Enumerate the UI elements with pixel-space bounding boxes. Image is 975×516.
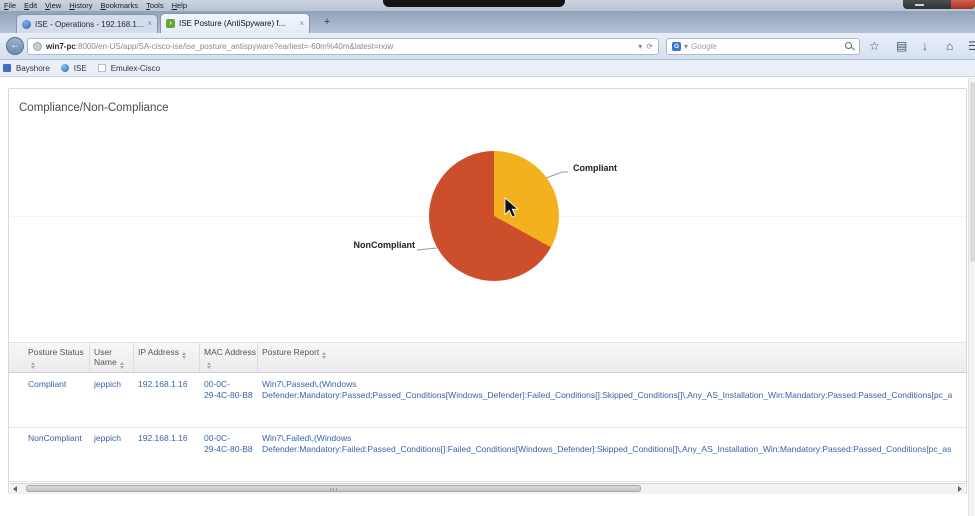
callout-line-compliant: [546, 172, 568, 178]
column-header-user-name[interactable]: User Name: [89, 343, 133, 372]
bookmarks-toolbar: Bayshore ISE Emulex-Cisco: [0, 60, 975, 77]
callout-line-noncompliant: [417, 248, 437, 250]
vertical-scrollbar[interactable]: [968, 78, 975, 516]
url-path: :8000/en-US/app/SA-cisco-ise/ise_posture…: [76, 42, 394, 51]
minimize-button[interactable]: [915, 4, 924, 6]
scrollbar-thumb[interactable]: [26, 485, 641, 492]
navigation-toolbar: ← win7-pc:8000/en-US/app/SA-cisco-ise/is…: [0, 33, 975, 60]
scroll-right-arrow[interactable]: [958, 486, 962, 492]
cell-posture-status[interactable]: NonCompliant: [28, 428, 89, 481]
cell-mac-address[interactable]: 00-0C- 29-4C-80-B8: [199, 374, 257, 427]
cell-ip-address[interactable]: 192.168.1.16: [133, 428, 199, 481]
sort-icon[interactable]: [120, 362, 124, 369]
pie-chart[interactable]: [429, 151, 559, 281]
page-content: Compliance/Non-Compliance Compliant NonC…: [0, 78, 975, 516]
table-row: NonCompliant jeppich 192.168.1.16 00-0C-…: [9, 428, 966, 482]
cell-user-name[interactable]: jeppich: [89, 374, 133, 427]
bookmark-folder-icon: [3, 64, 11, 72]
window-controls: [903, 0, 975, 9]
sort-icon[interactable]: [182, 352, 186, 359]
dashboard-panel: Compliance/Non-Compliance Compliant NonC…: [8, 88, 967, 494]
search-input[interactable]: Google: [691, 42, 842, 51]
menu-history[interactable]: History: [69, 1, 92, 10]
google-search-engine-icon[interactable]: G: [672, 42, 681, 51]
cell-user-name[interactable]: jeppich: [89, 428, 133, 481]
table-row: Compliant jeppich 192.168.1.16 00-0C- 29…: [9, 374, 966, 428]
menu-file[interactable]: File: [4, 1, 16, 10]
menu-hamburger-icon[interactable]: ☰: [968, 37, 975, 55]
splunk-app-favicon: ›: [166, 19, 175, 28]
site-identity-icon[interactable]: [33, 42, 42, 51]
cell-posture-report[interactable]: Win7\,Failed\,(Windows Defender:Mandator…: [257, 428, 966, 481]
menu-view[interactable]: View: [45, 1, 61, 10]
menu-tools[interactable]: Tools: [146, 1, 164, 10]
url-text: win7-pc:8000/en-US/app/SA-cisco-ise/ise_…: [46, 42, 634, 51]
pie-label-compliant: Compliant: [573, 163, 617, 173]
menu-edit[interactable]: Edit: [24, 1, 37, 10]
column-header-posture-status[interactable]: Posture Status: [28, 343, 89, 372]
globe-icon: [61, 64, 69, 72]
sort-icon[interactable]: [207, 362, 211, 369]
scrollbar-thumb[interactable]: [970, 82, 975, 262]
close-tab-icon[interactable]: ×: [299, 20, 304, 28]
default-bookmark-icon: [98, 64, 106, 72]
column-header-ip-address[interactable]: IP Address: [133, 343, 199, 372]
cell-ip-address[interactable]: 192.168.1.16: [133, 374, 199, 427]
pie-label-noncompliant: NonCompliant: [339, 240, 415, 250]
cell-posture-status[interactable]: Compliant: [28, 374, 89, 427]
search-engine-dropdown-icon[interactable]: ▾: [684, 42, 688, 51]
table-header: Posture Status User Name IP Address MAC …: [9, 342, 966, 373]
bookmark-bayshore[interactable]: Bayshore: [16, 64, 50, 73]
reload-icon[interactable]: ⟳: [646, 42, 653, 51]
bookmark-star-icon[interactable]: ☆: [869, 37, 880, 55]
tab-ise-posture-antispyware[interactable]: › ISE Posture (AntiSpyware) f... ×: [160, 13, 310, 33]
sort-icon[interactable]: [322, 352, 326, 359]
tab-ise-operations[interactable]: ISE - Operations - 192.168.1... ×: [16, 14, 158, 33]
back-button[interactable]: ←: [6, 37, 24, 55]
page-title: Compliance/Non-Compliance: [19, 102, 169, 114]
scrollbar-grip: [330, 488, 339, 491]
tab-bar: ISE - Operations - 192.168.1... × › ISE …: [0, 11, 975, 33]
ise-globe-favicon: [22, 20, 31, 29]
tab-title: ISE Posture (AntiSpyware) f...: [179, 19, 295, 28]
bookmark-emulex-cisco[interactable]: Emulex-Cisco: [111, 64, 160, 73]
cell-posture-report[interactable]: Win7\,Passed\,(Windows Defender:Mandator…: [257, 374, 966, 427]
search-icon[interactable]: [845, 42, 854, 51]
menu-help[interactable]: Help: [172, 1, 187, 10]
close-tab-icon[interactable]: ×: [147, 20, 152, 28]
home-icon[interactable]: ⌂: [946, 37, 953, 55]
url-dropdown-icon[interactable]: ▾: [638, 42, 642, 51]
tab-title: ISE - Operations - 192.168.1...: [35, 20, 143, 29]
downloads-icon[interactable]: ↓: [922, 37, 928, 55]
column-header-posture-report[interactable]: Posture Report: [257, 343, 966, 372]
close-window-button[interactable]: [951, 0, 975, 9]
url-host: win7-pc: [46, 42, 76, 51]
sort-icon[interactable]: [31, 362, 35, 369]
bookmarks-panel-icon[interactable]: ▤: [896, 37, 907, 55]
scroll-left-arrow[interactable]: [13, 486, 17, 492]
horizontal-scrollbar[interactable]: [10, 483, 965, 494]
menu-bookmarks[interactable]: Bookmarks: [101, 1, 139, 10]
bookmark-ise[interactable]: ISE: [74, 64, 87, 73]
cell-mac-address[interactable]: 00-0C- 29-4C-80-B8: [199, 428, 257, 481]
new-tab-button[interactable]: +: [320, 16, 334, 29]
column-header-mac-address[interactable]: MAC Address: [199, 343, 257, 372]
desktop-overlay-bar: [383, 0, 565, 7]
url-bar[interactable]: win7-pc:8000/en-US/app/SA-cisco-ise/ise_…: [27, 38, 659, 55]
search-bar[interactable]: G ▾ Google: [666, 38, 860, 55]
